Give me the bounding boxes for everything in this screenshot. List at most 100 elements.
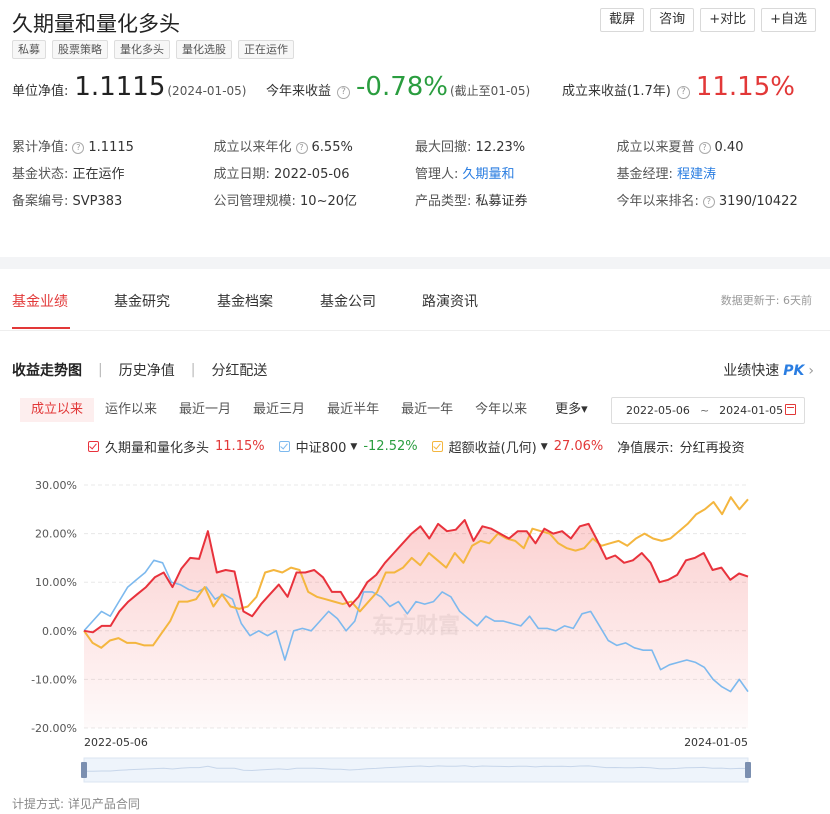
ytd-note: (截止至01-05) [450, 84, 531, 98]
dropdown-icon[interactable]: ▼ [541, 442, 548, 452]
stat-value[interactable]: 程建涛 [677, 167, 716, 182]
range-since-operation[interactable]: 运作以来 [94, 398, 168, 422]
tag-quant-select: 量化选股 [176, 40, 232, 59]
legend-fund[interactable]: 久期量和量化多头 11.15% [88, 437, 265, 456]
subtab-separator: | [98, 362, 103, 378]
nav-display-selector[interactable]: 净值展示: 分红再投资 [617, 437, 744, 456]
stat-value: 正在运作 [72, 167, 125, 182]
y-tick-label: -20.00% [31, 722, 77, 735]
calendar-icon[interactable] [785, 404, 796, 415]
date-from: 2022-05-06 [626, 404, 690, 417]
legend-fund-name: 久期量和量化多头 [105, 441, 210, 456]
subtab-history-nav[interactable]: 历史净值 [119, 360, 175, 380]
stat-value: 3190/10422 [718, 194, 798, 209]
tab-company[interactable]: 基金公司 [320, 291, 376, 311]
main-tabs: 基金业绩 基金研究 基金档案 基金公司 路演资讯 数据更新于: 6天前 [0, 269, 830, 331]
tag-quant-long: 量化多头 [114, 40, 170, 59]
return-trend-chart[interactable]: 30.00%20.00%10.00%0.00%-10.00%-20.00%东方财… [0, 470, 830, 788]
y-tick-label: 30.00% [35, 479, 77, 492]
legend-index-value: -12.52% [363, 439, 418, 454]
range-6m[interactable]: 最近半年 [316, 398, 390, 422]
help-icon[interactable]: ? [698, 142, 711, 154]
range-more-dropdown[interactable]: 更多▾ [544, 398, 599, 422]
subtab-return-trend[interactable]: 收益走势图 [12, 360, 82, 380]
date-separator: ~ [699, 404, 710, 417]
stat-key: 成立以来夏普 [616, 140, 695, 155]
range-1m[interactable]: 最近一月 [168, 398, 242, 422]
stat-row: 基金状态: 正在运作 成立日期: 2022-05-06 管理人: 久期量和 基金经理:… [12, 163, 818, 190]
stat-key: 累计净值: [12, 140, 69, 155]
legend-excess[interactable]: 超额收益(几何) ▼ 27.06% [431, 437, 604, 456]
ytd-kpi: 今年来收益 ? -0.78% (截止至01-05) [266, 72, 530, 102]
help-icon[interactable]: ? [702, 196, 715, 208]
date-range-picker[interactable]: 2022-05-06 ~ 2024-01-05 [611, 397, 805, 424]
section-divider [0, 257, 830, 269]
stat-value: 12.23% [475, 140, 526, 155]
stat-key: 公司管理规模: [213, 194, 296, 209]
nav-display-label: 净值展示: [617, 441, 674, 456]
range-ytd[interactable]: 今年以来 [464, 398, 538, 422]
active-tab-indicator [12, 327, 70, 329]
stat-key: 最大回撤: [415, 140, 472, 155]
stat-item: 基金经理: 程建涛 [617, 163, 819, 190]
checkbox-icon[interactable] [88, 441, 99, 452]
legend-excess-name: 超额收益(几何) [448, 441, 537, 456]
series-area-0 [84, 520, 748, 728]
nav-kpi: 单位净值: 1.1115 (2024-01-05) [12, 72, 246, 102]
help-icon[interactable]: ? [337, 86, 351, 99]
dropdown-icon[interactable]: ▼ [350, 442, 357, 452]
fund-tags: 私募 股票策略 量化多头 量化选股 正在运作 [12, 40, 294, 59]
tab-profile[interactable]: 基金档案 [217, 291, 273, 311]
stat-value: SVP383 [72, 194, 123, 209]
range-3m[interactable]: 最近三月 [242, 398, 316, 422]
nav-label: 单位净值: [12, 84, 69, 99]
range-selector: 成立以来 运作以来 最近一月 最近三月 最近半年 最近一年 今年以来 更多▾ [20, 398, 599, 422]
stat-item: 管理人: 久期量和 [415, 163, 617, 190]
chart-legend: 久期量和量化多头 11.15% 中证800 ▼ -12.52% 超额收益(几何)… [88, 437, 759, 456]
stat-value[interactable]: 久期量和 [463, 167, 515, 182]
quick-pk-link[interactable]: 业绩快速 PK › [723, 360, 814, 380]
range-handle-right[interactable] [745, 762, 751, 778]
x-tick-label-end: 2024-01-05 [684, 736, 748, 749]
stat-value: 10~20亿 [300, 194, 358, 209]
range-1y[interactable]: 最近一年 [390, 398, 464, 422]
y-tick-label: -10.00% [31, 673, 77, 686]
since-label: 成立来收益(1.7年) [562, 84, 671, 99]
ytd-value: -0.78% [356, 72, 448, 102]
fund-stats: 累计净值:? 1.1115 成立以来年化? 6.55% 最大回撤: 12.23% 成立以来… [12, 136, 818, 217]
legend-excess-value: 27.06% [553, 439, 604, 454]
update-note: 数据更新于: 6天前 [720, 294, 812, 307]
stat-value: 6.55% [311, 140, 353, 155]
tab-roadshow[interactable]: 路演资讯 [422, 291, 478, 311]
help-icon[interactable]: ? [676, 86, 690, 99]
stat-item: 今年以来排名:? 3190/10422 [617, 190, 819, 217]
stat-key: 管理人: [415, 167, 459, 182]
screenshot-button[interactable]: 截屏 [600, 8, 645, 32]
legend-index-name: 中证800 [295, 441, 347, 456]
nav-display-value: 分红再投资 [679, 441, 745, 456]
stat-key: 备案编号: [12, 194, 69, 209]
tab-performance[interactable]: 基金业绩 [12, 291, 68, 311]
add-favorite-button[interactable]: +自选 [761, 8, 816, 32]
stat-key: 基金经理: [616, 167, 673, 182]
compare-button[interactable]: +对比 [700, 8, 756, 32]
help-icon[interactable]: ? [72, 142, 85, 154]
range-slider-track[interactable] [83, 757, 749, 783]
range-since-inception[interactable]: 成立以来 [20, 398, 95, 422]
legend-fund-value: 11.15% [215, 439, 265, 454]
chevron-right-icon: › [808, 363, 814, 379]
tab-research[interactable]: 基金研究 [114, 291, 170, 311]
stat-item: 成立以来夏普? 0.40 [617, 136, 819, 163]
help-icon[interactable]: ? [295, 142, 308, 154]
nav-value: 1.1115 [74, 72, 166, 102]
checkbox-icon[interactable] [431, 441, 443, 452]
subtab-dividend[interactable]: 分红配送 [211, 360, 267, 380]
stat-key: 产品类型: [415, 194, 472, 209]
y-tick-label: 10.00% [35, 576, 77, 589]
stat-value: 0.40 [714, 140, 744, 155]
consult-button[interactable]: 咨询 [650, 8, 695, 32]
checkbox-icon[interactable] [278, 441, 290, 452]
ytd-label: 今年来收益 [266, 84, 332, 99]
legend-index[interactable]: 中证800 ▼ -12.52% [278, 437, 418, 456]
range-handle-left[interactable] [81, 762, 87, 778]
